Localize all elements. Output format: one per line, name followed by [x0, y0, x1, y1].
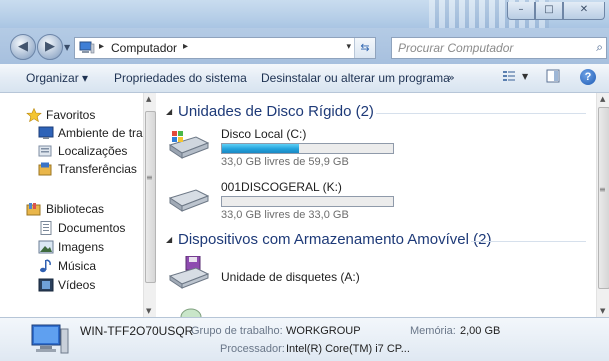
sidebar-item-label: Ambiente de trab	[58, 126, 150, 140]
back-button[interactable]: ◀	[10, 34, 36, 60]
scrollbar-thumb[interactable]	[145, 111, 156, 283]
desktop-icon	[38, 126, 54, 139]
group-divider	[376, 113, 586, 114]
group-header-removable[interactable]: ◢ Dispositivos com Armazenamento Amovíve…	[166, 231, 586, 251]
computer-icon	[31, 324, 69, 354]
sidebar-item-label: Música	[58, 259, 97, 273]
scroll-down-arrow-icon[interactable]: ▼	[600, 307, 605, 315]
command-bar: Organizar ▾ Propriedades do sistema Desi…	[0, 64, 609, 93]
group-header-hard-disks[interactable]: ◢ Unidades de Disco Rígido (2)	[166, 103, 586, 123]
drive-name: Disco Local (C:)	[221, 127, 307, 141]
close-button[interactable]: ✕	[563, 2, 605, 20]
collapse-icon[interactable]: ◢	[166, 235, 172, 244]
window-controls: – □ ✕	[507, 2, 605, 20]
uninstall-program-button[interactable]: Desinstalar ou alterar um programa	[261, 71, 450, 85]
view-options-dropdown[interactable]: ▼	[522, 72, 528, 81]
maximize-button[interactable]: □	[535, 2, 563, 20]
processor-value: Intel(R) Core(TM) i7 CP...	[286, 343, 410, 355]
drive-free-space: 33,0 GB livres de 59,9 GB	[221, 156, 349, 168]
navigation-pane-scrollbar[interactable]: ▲ ≡ ▼	[143, 93, 156, 317]
sidebar-item-favoritos[interactable]: Favoritos	[26, 106, 95, 124]
sidebar-item-label: Bibliotecas	[46, 202, 105, 216]
memory-value: 2,00 GB	[460, 325, 501, 337]
libraries-icon	[26, 203, 41, 216]
scrollbar-grip-icon: ≡	[146, 173, 153, 182]
content-pane-scrollbar[interactable]: ▲ ≡ ▼	[596, 93, 609, 317]
group-title: Dispositivos com Armazenamento Amovível …	[178, 231, 492, 248]
scroll-up-arrow-icon[interactable]: ▲	[146, 95, 151, 103]
drive-usage-bar	[221, 143, 394, 154]
help-button[interactable]: ?	[580, 69, 596, 85]
documents-icon	[40, 221, 52, 235]
drive-name: 001DISCOGERAL (K:)	[221, 180, 342, 194]
scroll-up-arrow-icon[interactable]: ▲	[600, 95, 605, 103]
star-icon	[26, 108, 42, 122]
recent-places-icon	[38, 145, 52, 157]
details-pane: WIN-TFF2O70USQR Grupo de trabalho: WORKG…	[0, 317, 609, 361]
optical-drive-icon[interactable]	[176, 305, 206, 317]
recent-pages-dropdown[interactable]: ▼	[64, 43, 70, 52]
videos-icon	[38, 278, 54, 292]
sidebar-item-label: Vídeos	[58, 278, 96, 292]
scroll-down-arrow-icon[interactable]: ▼	[146, 307, 151, 315]
sidebar-item-ambiente[interactable]: Ambiente de trab	[38, 124, 149, 142]
workgroup-value: WORKGROUP	[286, 325, 361, 337]
scrollbar-thumb[interactable]	[598, 107, 609, 289]
more-commands-button[interactable]: »	[448, 71, 455, 84]
sidebar-item-imagens[interactable]: Imagens	[38, 238, 104, 256]
collapse-icon[interactable]: ◢	[166, 107, 172, 116]
refresh-button[interactable]: ⇆	[354, 38, 375, 58]
preview-pane-icon[interactable]	[546, 69, 560, 83]
address-separator-2[interactable]: ▸	[183, 41, 188, 52]
workgroup-label: Grupo de trabalho:	[191, 325, 283, 337]
sidebar-item-label: Localizações	[58, 144, 128, 158]
address-bar[interactable]: ▸ Computador ▸ ▾ ⇆	[74, 37, 376, 59]
sidebar-item-localizacoes[interactable]: Localizações	[38, 142, 127, 160]
music-icon	[40, 259, 51, 273]
sidebar-item-videos[interactable]: Vídeos	[38, 276, 95, 294]
drive-usage-fill	[222, 144, 299, 153]
sidebar-item-transferencias[interactable]: Transferências	[38, 160, 137, 178]
search-icon[interactable]: ⌕	[596, 40, 603, 55]
drive-item[interactable]: Disco Local (C:) 33,0 GB livres de 59,9 …	[166, 127, 406, 172]
system-drive-icon	[168, 131, 210, 159]
scrollbar-grip-icon: ≡	[599, 185, 606, 194]
hard-drive-icon	[168, 189, 210, 212]
address-dropdown-icon[interactable]: ▾	[346, 42, 351, 52]
drive-item[interactable]: 001DISCOGERAL (K:) 33,0 GB livres de 33,…	[166, 180, 406, 225]
drive-usage-bar	[221, 196, 394, 207]
sidebar-item-documentos[interactable]: Documentos	[38, 219, 125, 237]
navigation-bar: ◀ ▶ ▼ ▸ Computador ▸ ▾ ⇆ Procurar Comput…	[0, 28, 609, 64]
sidebar-item-label: Favoritos	[46, 108, 96, 122]
change-view-icon[interactable]	[502, 69, 516, 83]
organize-button[interactable]: Organizar ▾	[26, 71, 88, 85]
computer-icon	[79, 41, 95, 54]
floppy-drive-icon	[168, 256, 210, 289]
group-title: Unidades de Disco Rígido (2)	[178, 103, 374, 120]
drive-item[interactable]: Unidade de disquetes (A:)	[166, 256, 406, 296]
computer-name: WIN-TFF2O70USQR	[80, 324, 194, 338]
content-pane: ◢ Unidades de Disco Rígido (2) Disco Loc…	[156, 93, 596, 317]
search-box[interactable]: Procurar Computador ⌕	[391, 37, 607, 59]
search-input[interactable]: Procurar Computador	[398, 41, 513, 55]
address-separator[interactable]: ▸	[99, 41, 104, 52]
sidebar-item-musica[interactable]: Música	[38, 257, 96, 275]
drive-free-space: 33,0 GB livres de 33,0 GB	[221, 209, 349, 221]
forward-button[interactable]: ▶	[37, 34, 63, 60]
minimize-button[interactable]: –	[507, 2, 535, 20]
downloads-icon	[38, 162, 52, 176]
memory-label: Memória:	[410, 325, 456, 337]
sidebar-item-label: Imagens	[58, 240, 105, 254]
system-properties-button[interactable]: Propriedades do sistema	[114, 71, 247, 85]
pictures-icon	[38, 240, 54, 254]
drive-name: Unidade de disquetes (A:)	[221, 270, 360, 284]
sidebar-item-bibliotecas[interactable]: Bibliotecas	[26, 200, 104, 218]
group-divider	[471, 241, 586, 242]
sidebar-item-label: Transferências	[58, 162, 137, 176]
title-bar: – □ ✕	[0, 0, 609, 28]
sidebar-item-label: Documentos	[58, 221, 126, 235]
navigation-pane: Favoritos Ambiente de trab Localizações …	[0, 93, 156, 317]
breadcrumb-computador[interactable]: Computador	[111, 41, 177, 55]
processor-label: Processador:	[220, 343, 285, 355]
